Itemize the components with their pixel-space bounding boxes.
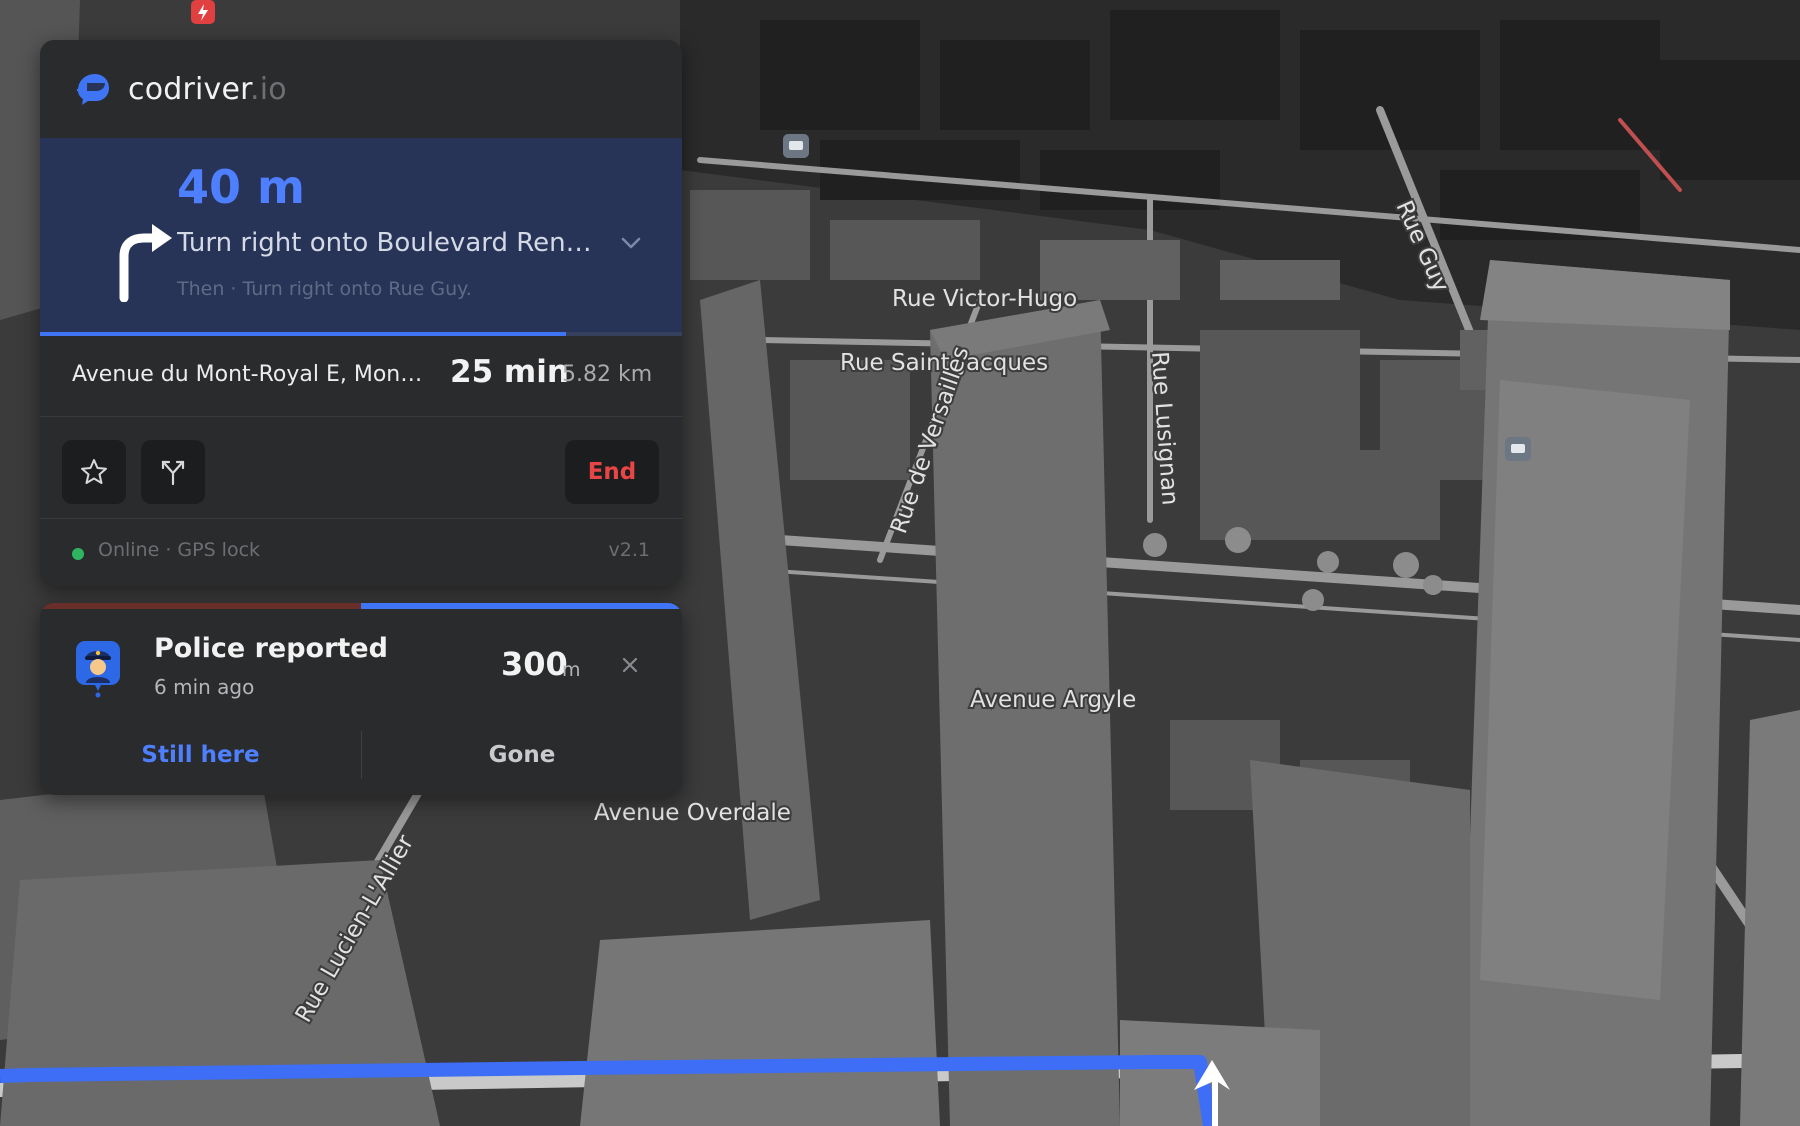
turn-right-arrow-icon [119, 224, 172, 302]
online-status-icon [72, 548, 84, 560]
maneuver-distance: 40 m [177, 160, 305, 214]
charging-marker-icon[interactable] [191, 0, 215, 24]
brand-name-text: codriver [128, 71, 250, 107]
connection-status: Online · GPS lock [98, 539, 261, 561]
police-alert-card: Police reported 6 min ago 300 m Still he… [40, 603, 682, 795]
maneuver-instruction: Turn right onto Boulevard René-Lévesque … [177, 228, 597, 258]
route-summary[interactable]: Avenue du Mont-Royal E, Montréal 25 min … [40, 336, 682, 417]
action-bar: End [40, 418, 682, 519]
street-label: Avenue Argyle [970, 687, 1136, 713]
end-navigation-button[interactable]: End [565, 440, 659, 504]
alert-timer-fill [361, 603, 682, 609]
camera-marker-icon[interactable] [783, 134, 809, 158]
helmet-logo-icon [76, 74, 109, 105]
street-label: Avenue Overdale [594, 800, 791, 826]
destination-address: Avenue du Mont-Royal E, Montréal [72, 362, 428, 387]
still-here-button[interactable]: Still here [40, 725, 361, 785]
camera-marker-icon[interactable] [1505, 437, 1531, 461]
chevron-down-icon[interactable] [618, 234, 644, 252]
brand-name: codriver.io [128, 72, 287, 107]
eta-time: 25 min [450, 354, 569, 390]
gone-button[interactable]: Gone [362, 725, 682, 785]
alert-title: Police reported [154, 633, 388, 664]
alert-distance: 300 [501, 645, 568, 683]
maneuver-banner[interactable]: 40 m Turn right onto Boulevard René-Léve… [40, 138, 682, 336]
star-icon [81, 459, 107, 484]
brand-tld: .io [249, 71, 287, 107]
alert-timer-bar [40, 603, 682, 609]
remaining-distance: 5.82 km [562, 362, 653, 387]
close-icon[interactable] [620, 655, 640, 675]
favorite-button[interactable] [62, 440, 126, 504]
alert-time: 6 min ago [154, 675, 255, 699]
street-label: Rue Victor-Hugo [892, 286, 1077, 312]
app-version: v2.1 [608, 539, 650, 561]
navigation-panel: codriver.io 40 m Turn right onto Bouleva… [40, 40, 682, 586]
brand-header: codriver.io [40, 40, 682, 138]
route-fork-icon [161, 460, 185, 486]
status-bar: Online · GPS lock v2.1 [40, 518, 682, 586]
police-officer-icon [76, 641, 120, 698]
alert-distance-unit: m [562, 659, 581, 681]
alternate-route-button[interactable] [141, 440, 205, 504]
next-maneuver: Then · Turn right onto Rue Guy. [177, 278, 472, 300]
